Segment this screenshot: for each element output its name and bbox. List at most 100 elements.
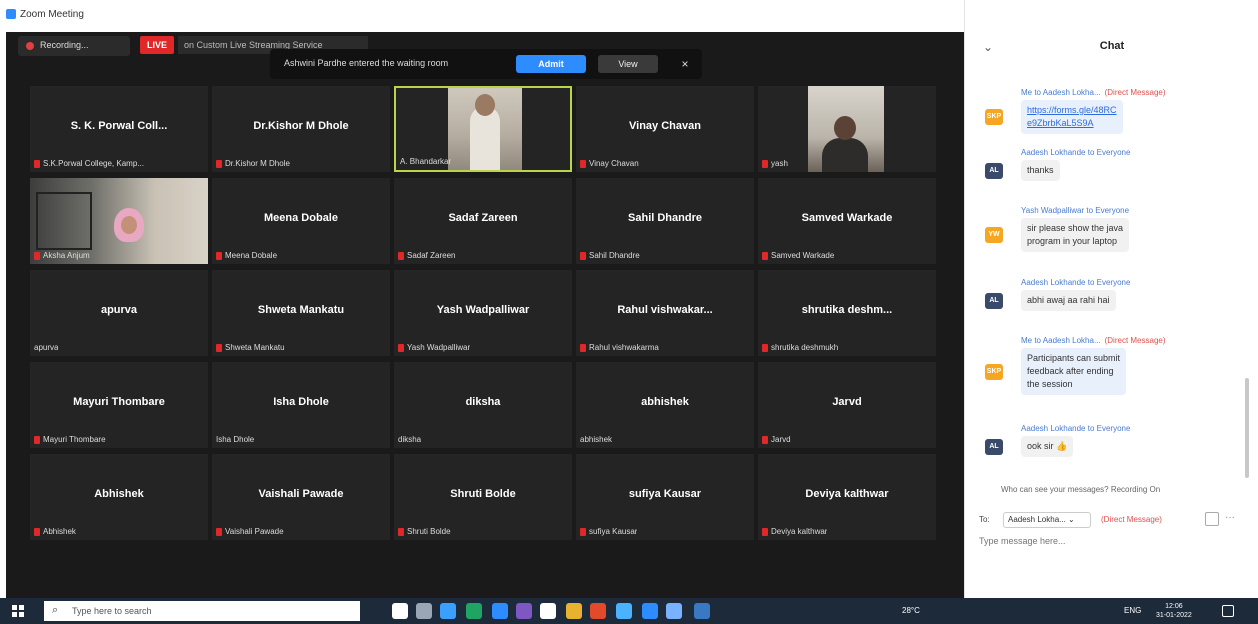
message-sender: Aadesh Lokhande to Everyone bbox=[1021, 278, 1130, 287]
participant-tile[interactable]: Jarvd Jarvd bbox=[758, 362, 936, 448]
participant-label: Abhishek bbox=[34, 527, 76, 536]
muted-mic-icon bbox=[398, 343, 404, 352]
zoom-meeting-icon[interactable] bbox=[642, 603, 658, 619]
participant-label-text: shrutika deshmukh bbox=[771, 343, 839, 352]
zoom-taskbar-icon[interactable] bbox=[492, 603, 508, 619]
close-notification-button[interactable]: × bbox=[676, 55, 694, 73]
edge-icon[interactable] bbox=[440, 603, 456, 619]
participant-label: Rahul vishwakarma bbox=[580, 343, 659, 352]
participant-name: Jarvd bbox=[832, 396, 862, 408]
file-explorer-icon[interactable] bbox=[566, 603, 582, 619]
muted-mic-icon bbox=[34, 159, 40, 168]
chrome-icon[interactable] bbox=[540, 603, 556, 619]
avatar[interactable]: SKP bbox=[985, 363, 1003, 380]
store-icon[interactable] bbox=[466, 603, 482, 619]
message-bubble[interactable]: abhi awaj aa rahi hai bbox=[1021, 290, 1116, 311]
participant-label-text: Deviya kalthwar bbox=[771, 527, 828, 536]
participant-tile[interactable]: Mayuri Thombare Mayuri Thombare bbox=[30, 362, 208, 448]
participant-name: Mayuri Thombare bbox=[73, 396, 165, 408]
avatar[interactable]: AL bbox=[985, 292, 1003, 309]
search-icon: ⌕ bbox=[52, 604, 59, 616]
participant-tile[interactable]: S. K. Porwal Coll... S.K.Porwal College, … bbox=[30, 86, 208, 172]
direct-message-tag: (Direct Message) bbox=[1104, 336, 1166, 345]
muted-mic-icon bbox=[34, 527, 40, 536]
participant-tile[interactable]: Rahul vishwakar... Rahul vishwakarma bbox=[576, 270, 754, 356]
participant-tile[interactable]: apurva apurva bbox=[30, 270, 208, 356]
participant-tile[interactable]: Sahil Dhandre Sahil Dhandre bbox=[576, 178, 754, 264]
message-bubble[interactable]: thanks bbox=[1021, 160, 1060, 181]
recording-indicator[interactable]: Recording... bbox=[18, 36, 130, 56]
participant-label: Shweta Mankatu bbox=[216, 343, 285, 352]
view-button[interactable]: View bbox=[598, 55, 658, 73]
muted-mic-icon bbox=[580, 343, 586, 352]
chat-title: Chat bbox=[1099, 40, 1125, 52]
participant-label: Isha Dhole bbox=[216, 435, 254, 444]
participant-tile[interactable]: Aksha Anjum bbox=[30, 178, 208, 264]
participant-name: abhishek bbox=[641, 396, 689, 408]
participant-label-text: sufiya Kausar bbox=[589, 527, 638, 536]
avatar[interactable]: YW bbox=[985, 227, 1003, 243]
muted-mic-icon bbox=[34, 435, 40, 444]
participant-tile[interactable]: Isha Dhole Isha Dhole bbox=[212, 362, 390, 448]
participant-label-text: Jarvd bbox=[771, 435, 791, 444]
zoom-app-icon bbox=[6, 9, 16, 19]
participant-tile[interactable]: sufiya Kausar sufiya Kausar bbox=[576, 454, 754, 540]
participant-label-text: yash bbox=[771, 159, 788, 168]
participant-label: sufiya Kausar bbox=[580, 527, 637, 536]
participant-tile[interactable]: Sadaf Zareen Sadaf Zareen bbox=[394, 178, 572, 264]
participant-tile[interactable]: Shruti Bolde Shruti Bolde bbox=[394, 454, 572, 540]
live-badge[interactable]: LIVE bbox=[140, 36, 174, 54]
participant-tile[interactable]: Shweta Mankatu Shweta Mankatu bbox=[212, 270, 390, 356]
more-options-icon[interactable]: ··· bbox=[1225, 512, 1235, 523]
language-indicator[interactable]: ENG bbox=[1124, 606, 1141, 615]
message-bubble[interactable]: sir please show the java program in your … bbox=[1021, 218, 1130, 252]
message-link[interactable]: https://forms.gle/48RC bbox=[1027, 104, 1117, 117]
message-bubble[interactable]: ook sir 👍 bbox=[1021, 436, 1074, 457]
participant-tile[interactable]: Dr.Kishor M Dhole Dr.Kishor M Dhole bbox=[212, 86, 390, 172]
participant-tile[interactable]: abhishek abhishek bbox=[576, 362, 754, 448]
task-view-icon[interactable] bbox=[416, 603, 432, 619]
muted-mic-icon bbox=[216, 251, 222, 260]
taskbar-search-box[interactable]: ⌕ Type here to search bbox=[44, 601, 360, 621]
direct-message-tag: (Direct Message) bbox=[1104, 88, 1166, 97]
who-can-see-notice[interactable]: Who can see your messages? Recording On bbox=[1001, 485, 1160, 494]
avatar[interactable]: AL bbox=[985, 162, 1003, 179]
avatar[interactable]: SKP bbox=[985, 109, 1003, 125]
participant-tile[interactable]: Deviya kalthwar Deviya kalthwar bbox=[758, 454, 936, 540]
participant-tile[interactable]: diksha diksha bbox=[394, 362, 572, 448]
chrome-icon[interactable] bbox=[694, 603, 710, 619]
admit-button[interactable]: Admit bbox=[516, 55, 586, 73]
message-bubble[interactable]: Participants can submit feedback after en… bbox=[1021, 348, 1127, 395]
message-link[interactable]: e9ZbrbKaL5S9A bbox=[1027, 117, 1117, 130]
recipient-row: To: Aadesh Lokha... ⌄ (Direct Message) ·… bbox=[979, 512, 1249, 528]
chat-scrollbar[interactable] bbox=[1245, 378, 1249, 478]
participant-tile[interactable]: A. Bhandarkar bbox=[394, 86, 572, 172]
participant-tile[interactable]: Vinay Chavan Vinay Chavan bbox=[576, 86, 754, 172]
participant-label-text: S.K.Porwal College, Kamp... bbox=[43, 159, 144, 168]
participant-tile[interactable]: Samved Warkade Samved Warkade bbox=[758, 178, 936, 264]
office-icon[interactable] bbox=[590, 603, 606, 619]
participant-tile[interactable]: shrutika deshm... shrutika deshmukh bbox=[758, 270, 936, 356]
chat-message-input[interactable] bbox=[979, 532, 1245, 550]
recipient-dropdown[interactable]: Aadesh Lokha... ⌄ bbox=[1003, 512, 1091, 528]
participant-label: Aksha Anjum bbox=[34, 251, 90, 260]
participant-tile[interactable]: yash bbox=[758, 86, 936, 172]
settings-icon[interactable] bbox=[616, 603, 632, 619]
taskbar-clock[interactable]: 12:06 31-01-2022 bbox=[1156, 602, 1192, 620]
avatar[interactable]: AL bbox=[985, 438, 1003, 455]
muted-mic-icon bbox=[580, 159, 586, 168]
cortana-icon[interactable] bbox=[392, 603, 408, 619]
participant-tile[interactable]: Abhishek Abhishek bbox=[30, 454, 208, 540]
weather-temperature[interactable]: 28°C bbox=[902, 606, 920, 615]
windows-start-icon[interactable] bbox=[12, 605, 24, 617]
sender-name: Aadesh Lokhande to Everyone bbox=[1021, 424, 1131, 433]
participant-tile[interactable]: Vaishali Pawade Vaishali Pawade bbox=[212, 454, 390, 540]
photos-icon[interactable] bbox=[666, 603, 682, 619]
participant-tile[interactable]: Yash Wadpalliwar Yash Wadpalliwar bbox=[394, 270, 572, 356]
file-icon[interactable] bbox=[1205, 512, 1219, 526]
message-bubble[interactable]: https://forms.gle/48RC e9ZbrbKaL5S9A bbox=[1021, 100, 1123, 134]
participant-tile[interactable]: Meena Dobale Meena Dobale bbox=[212, 178, 390, 264]
notification-icon[interactable] bbox=[1222, 605, 1234, 617]
muted-mic-icon bbox=[580, 251, 586, 260]
teams-icon[interactable] bbox=[516, 603, 532, 619]
